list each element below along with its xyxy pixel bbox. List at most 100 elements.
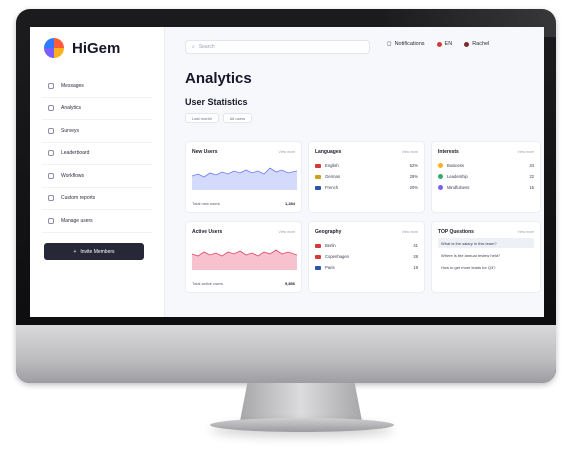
row-label: French: [325, 185, 339, 190]
user-name: Rachel: [472, 41, 490, 47]
users-icon: [48, 217, 54, 224]
footer-value: 1,284: [284, 201, 295, 206]
sidebar-item-label: Surveys: [61, 127, 80, 134]
filter-users[interactable]: All users: [222, 113, 253, 123]
sidebar-item-leaderboard[interactable]: Leaderboard: [42, 143, 152, 165]
list-item: Paris 19: [315, 262, 418, 273]
search-icon: ⌕: [192, 44, 195, 50]
report-icon: [48, 195, 54, 202]
row-value: 41: [413, 243, 418, 248]
sidebar-item-workflows[interactable]: Workflows: [42, 165, 152, 188]
page-title: Analytics: [185, 70, 252, 87]
sidebar-nav: Messages Analytics Surveys Leaderboard W…: [42, 75, 152, 233]
card-title: Languages: [315, 148, 342, 155]
row-label: Berlin: [325, 243, 336, 248]
row-value: 19: [413, 265, 418, 270]
sidebar-item-label: Leaderboard: [61, 150, 90, 157]
list-item: English 52%: [315, 160, 418, 171]
language-label: EN: [444, 41, 453, 47]
geography-card: Geography View more Berlin 41 Copenhagen 2…: [308, 221, 425, 293]
list-item: French 20%: [315, 182, 418, 193]
main-content: Analytics User Statistics Last month All…: [165, 65, 544, 317]
card-title: Interests: [438, 148, 459, 155]
view-more-link[interactable]: View more: [518, 230, 534, 234]
view-more-link[interactable]: View more: [518, 150, 534, 154]
question-item[interactable]: What is the salary in this team?: [438, 238, 534, 248]
sidebar-item-manage-users[interactable]: Manage users: [42, 210, 152, 233]
row-label: Leadership: [447, 174, 468, 179]
flag-icon: [315, 185, 321, 190]
plus-icon: +: [73, 248, 77, 255]
logo[interactable]: HiGem: [44, 38, 120, 58]
card-footer: Total active users 9,856: [192, 281, 295, 286]
list-item: Berlin 41: [315, 240, 418, 251]
card-title: Geography: [315, 228, 342, 235]
message-icon: [48, 82, 54, 89]
trophy-icon: [48, 150, 54, 157]
sidebar-item-label: Messages: [61, 82, 84, 89]
workflow-icon: [48, 172, 54, 179]
notifications-button[interactable]: ◻ Notifications: [387, 41, 425, 47]
view-more-link[interactable]: View more: [402, 230, 418, 234]
flag-icon: [436, 41, 442, 47]
view-more-link[interactable]: View more: [402, 150, 418, 154]
search-input[interactable]: ⌕ Search: [185, 40, 370, 54]
row-label: Business: [447, 163, 464, 168]
monitor-stand-base: [210, 418, 394, 432]
top-bar: ⌕ Search ◻ Notifications EN Rachel: [165, 27, 544, 65]
bell-icon: ◻: [387, 41, 392, 47]
interest-icon: [438, 185, 443, 190]
avatar: [464, 41, 470, 47]
sidebar-item-label: Analytics: [61, 105, 82, 112]
list-item: Mindfulness 15: [438, 182, 534, 193]
list-item: Leadership 22: [438, 171, 534, 182]
new-users-sparkline: [192, 167, 297, 190]
row-label: Copenhagen: [325, 254, 349, 259]
app-name: HiGem: [72, 39, 121, 57]
row-value: 20%: [409, 185, 418, 190]
monitor-chin: [16, 325, 556, 383]
footer-label: Total active users: [192, 281, 223, 286]
question-item[interactable]: Where is the annual review held?: [438, 250, 534, 260]
list-item: Copenhagen 28: [315, 251, 418, 262]
sidebar-item-custom-reports[interactable]: Custom reports: [42, 188, 152, 210]
notifications-label: Notifications: [394, 41, 425, 47]
row-value: 34: [529, 163, 534, 168]
sidebar-item-label: Custom reports: [61, 195, 96, 202]
card-title: Active Users: [192, 228, 223, 235]
logo-icon: [44, 38, 64, 58]
row-label: English: [325, 163, 339, 168]
new-users-card: New Users View more Total new users 1,28…: [185, 141, 302, 213]
sidebar-item-surveys[interactable]: Surveys: [42, 120, 152, 143]
top-questions-card: TOP Questions View more What is the sala…: [431, 221, 541, 293]
view-more-link[interactable]: View more: [279, 150, 295, 154]
sidebar-item-analytics[interactable]: Analytics: [42, 98, 152, 120]
sidebar-item-messages[interactable]: Messages: [42, 75, 152, 98]
languages-card: Languages View more English 52% German 28%…: [308, 141, 425, 213]
search-placeholder: Search: [198, 44, 215, 50]
filter-period[interactable]: Last month: [185, 113, 219, 123]
flag-icon: [315, 254, 321, 259]
active-users-sparkline: [192, 249, 297, 270]
card-title: TOP Questions: [438, 228, 474, 235]
card-footer: Total new users 1,284: [192, 201, 295, 206]
question-item[interactable]: How to get more leads for Q3?: [438, 262, 534, 272]
row-value: 22: [529, 174, 534, 179]
flag-icon: [315, 163, 321, 168]
top-actions: ◻ Notifications EN Rachel: [387, 41, 489, 47]
invite-members-button[interactable]: + Invite Members: [44, 243, 144, 260]
flag-icon: [315, 243, 321, 248]
flag-icon: [315, 265, 321, 270]
screen: HiGem Messages Analytics Surveys Leaderb…: [30, 27, 544, 317]
user-menu[interactable]: Rachel: [464, 41, 489, 47]
monitor-stand-neck: [240, 383, 362, 421]
row-label: Paris: [325, 265, 335, 270]
row-value: 28%: [409, 174, 418, 179]
language-selector[interactable]: EN: [436, 41, 453, 47]
invite-members-label: Invite Members: [80, 248, 115, 255]
footer-label: Total new users: [192, 201, 220, 206]
card-title: New Users: [192, 148, 218, 155]
view-more-link[interactable]: View more: [279, 230, 295, 234]
analytics-icon: [48, 105, 54, 112]
interests-card: Interests View more Business 34 Leadershi…: [431, 141, 541, 213]
